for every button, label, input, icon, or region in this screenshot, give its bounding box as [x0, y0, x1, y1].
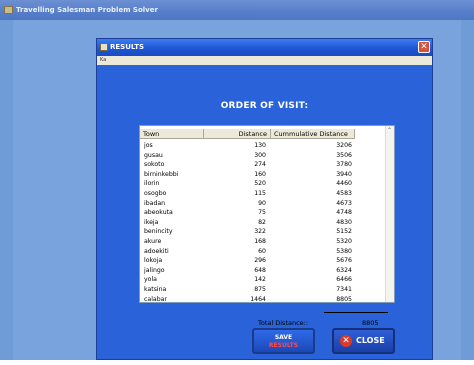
row-cumulative: 5320 [336, 238, 352, 245]
column-header-cumulative[interactable]: Cummulative Distance [271, 129, 355, 139]
row-town: benincity [144, 228, 173, 236]
row-town: birninkebbi [144, 170, 179, 178]
table-row[interactable]: gusau 300 3506 [140, 151, 387, 160]
row-town: ibadan [144, 199, 166, 207]
total-distance-value: 8805 [362, 319, 379, 327]
row-town: calabar [144, 295, 167, 303]
row-distance: 60 [258, 247, 266, 255]
row-town: adoekiti [144, 247, 169, 255]
results-table[interactable]: Town Distance Cummulative Distance jos 13… [139, 125, 395, 327]
row-cumulative: 5676 [336, 257, 352, 265]
row-town: abeokuta [144, 209, 173, 217]
row-cumulative: 7341 [336, 286, 352, 293]
main-titlebar: Travelling Salesman Problem Solver [0, 0, 474, 20]
table-row[interactable]: adoekiti 60 5380 [140, 247, 387, 256]
row-distance: 142 [254, 276, 266, 284]
row-cumulative: 3940 [336, 170, 352, 178]
row-distance: 296 [254, 257, 266, 265]
row-cumulative: 6466 [336, 276, 352, 284]
row-town: yola [144, 276, 157, 284]
row-cumulative: 4583 [336, 190, 352, 197]
table-row[interactable]: jalingo 648 6324 [140, 266, 387, 275]
row-distance: 322 [254, 228, 266, 236]
row-distance: 300 [254, 151, 266, 159]
close-button[interactable]: ✕ CLOSE [332, 328, 395, 354]
menu-bar-text: Ka [100, 57, 107, 63]
save-results-button[interactable]: SAVE RESULTS [252, 328, 315, 354]
close-icon: ✕ [420, 42, 428, 52]
row-distance: 648 [254, 266, 266, 274]
row-cumulative: 8805 [336, 295, 352, 303]
row-town: osogbo [144, 190, 167, 197]
dialog-title: RESULTS [110, 43, 145, 51]
row-cumulative: 6324 [336, 266, 352, 274]
table-row[interactable]: katsina 875 7341 [140, 285, 387, 294]
results-dialog: RESULTS ✕ Ka ORDER OF VISIT: Town Distan… [96, 38, 433, 360]
row-distance: 1464 [250, 295, 266, 303]
close-circle-icon: ✕ [340, 335, 352, 347]
table-row[interactable]: akure 168 5320 [140, 237, 387, 246]
row-cumulative: 4460 [336, 180, 352, 188]
row-distance: 274 [254, 161, 266, 169]
row-distance: 75 [258, 209, 266, 217]
row-distance: 168 [254, 238, 266, 245]
column-header-town[interactable]: Town [140, 129, 204, 139]
order-heading: ORDER OF VISIT: [220, 101, 309, 111]
table-row[interactable]: sokoto 274 3780 [140, 160, 387, 169]
row-town: akure [144, 238, 162, 245]
row-cumulative: 3780 [336, 161, 352, 169]
table-row[interactable]: ilorin 520 4460 [140, 179, 387, 188]
row-town: jos [144, 142, 153, 149]
table-row[interactable]: ikeja 82 4830 [140, 218, 387, 227]
row-distance: 82 [258, 218, 266, 226]
total-divider [324, 312, 388, 313]
dialog-icon [100, 43, 108, 51]
row-town: sokoto [144, 161, 165, 169]
table-row[interactable]: lokoja 296 5676 [140, 256, 387, 265]
table-row[interactable]: jos 130 3206 [140, 141, 387, 150]
table-row[interactable]: ibadan 90 4673 [140, 199, 387, 208]
row-cumulative: 5152 [336, 228, 352, 236]
row-cumulative: 4748 [336, 209, 352, 217]
row-distance: 160 [254, 170, 266, 178]
row-town: ilorin [144, 180, 160, 188]
row-cumulative: 3506 [336, 151, 352, 159]
row-cumulative: 5380 [336, 247, 352, 255]
row-town: gusau [144, 151, 163, 159]
row-town: jalingo [144, 266, 165, 274]
row-cumulative: 4830 [336, 218, 352, 226]
save-label: SAVE [274, 334, 293, 341]
table-row[interactable]: osogbo 115 4583 [140, 189, 387, 198]
row-cumulative: 4673 [336, 199, 352, 207]
table-row[interactable]: calabar 1464 8805 [140, 295, 387, 304]
table-row[interactable]: abeokuta 75 4748 [140, 208, 387, 217]
row-distance: 130 [254, 142, 266, 149]
row-cumulative: 3206 [336, 142, 352, 149]
results-label: RESULTS [268, 342, 299, 349]
menu-bar: Ka [97, 56, 432, 65]
dialog-close-button[interactable]: ✕ [418, 41, 430, 53]
table-row[interactable]: birninkebbi 160 3940 [140, 170, 387, 179]
close-label: CLOSE [356, 336, 385, 345]
app-icon [4, 6, 13, 14]
table-row[interactable]: yola 142 6466 [140, 275, 387, 284]
row-distance: 90 [258, 199, 266, 207]
row-town: katsina [144, 286, 167, 293]
app-title: Travelling Salesman Problem Solver [16, 6, 158, 14]
total-distance-label: Total Distance:: [258, 319, 309, 327]
dialog-titlebar[interactable]: RESULTS ✕ [97, 39, 432, 56]
row-town: lokoja [144, 257, 163, 265]
row-town: ikeja [144, 218, 159, 226]
scroll-up-icon[interactable]: ⌃ [386, 127, 393, 135]
row-distance: 875 [254, 286, 266, 293]
column-header-distance[interactable]: Distance [204, 129, 271, 139]
row-distance: 115 [254, 190, 266, 197]
main-window: Travelling Salesman Problem Solver RESUL… [0, 0, 474, 360]
vertical-scrollbar[interactable]: ⌃ [385, 126, 394, 302]
row-distance: 520 [254, 180, 266, 188]
table-row[interactable]: benincity 322 5152 [140, 227, 387, 236]
